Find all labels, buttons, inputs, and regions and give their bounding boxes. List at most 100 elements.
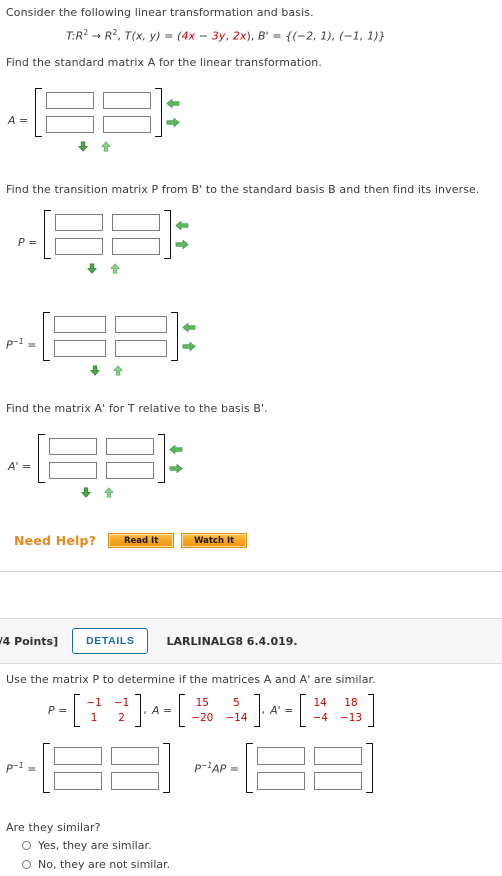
formula-comma-2: ,	[225, 29, 233, 43]
matrix-a-cells	[42, 88, 155, 137]
matrix-p-grid-line	[44, 210, 189, 259]
matrix-a-cell-1-0[interactable]	[46, 116, 95, 133]
right-bracket	[253, 694, 260, 727]
cell-1-1: −14	[225, 712, 248, 724]
formula-close: ),	[246, 29, 259, 43]
matrix-a-cell-0-0[interactable]	[46, 92, 95, 109]
matrix-a-prime-cell-0-1[interactable]	[106, 438, 155, 455]
pap-cell-0-1[interactable]	[314, 747, 362, 765]
matrix-p-cell-0-1[interactable]	[112, 214, 161, 231]
q1-prompt-p-label: Find the transition matrix P from B' to …	[6, 183, 480, 196]
down-arrow-icon[interactable]	[85, 263, 99, 274]
up-arrow-icon[interactable]	[108, 263, 122, 274]
matrix-a-label: A =	[8, 113, 29, 127]
matrix-a-prime-cell-1-1[interactable]	[106, 462, 155, 479]
up-arrow-icon[interactable]	[99, 141, 113, 152]
matrix-p-inverse-cell-1-1[interactable]	[115, 340, 168, 357]
matrix-p-cells	[51, 210, 164, 259]
right-arrow-icon[interactable]	[169, 463, 183, 474]
cell-1-1: −13	[339, 712, 363, 724]
down-arrow-icon[interactable]	[88, 365, 102, 376]
left-arrow-icon[interactable]	[182, 322, 196, 333]
q2-prompt: Use the matrix P to determine if the mat…	[6, 673, 486, 688]
matrix-a-prime-wrap	[38, 434, 183, 498]
transformation-label: T:	[66, 29, 76, 43]
answer-p-inverse-cells	[50, 743, 163, 793]
p-symbol: P	[6, 338, 13, 352]
radio-no-label[interactable]: No, they are not similar.	[38, 858, 170, 871]
transformation-function: T(x, y) = (	[124, 29, 182, 43]
option-row-no[interactable]: No, they are not similar.	[6, 858, 306, 871]
matrix-a-cell-1-1[interactable]	[103, 116, 152, 133]
left-arrow-icon[interactable]	[169, 444, 183, 455]
p-inverse-cell-0-0[interactable]	[54, 747, 103, 765]
pap-cell-1-0[interactable]	[257, 772, 305, 790]
maps-to-arrow: →	[91, 29, 102, 43]
left-arrow-icon[interactable]	[166, 98, 180, 109]
matrix-p-cell-1-1[interactable]	[112, 238, 161, 255]
matrix-a-prime-cells	[45, 434, 158, 483]
q1-intro-text: Consider the following linear transforma…	[6, 6, 476, 21]
watch-it-button[interactable]: Watch It	[181, 533, 248, 548]
radio-yes-label[interactable]: Yes, they are similar.	[38, 839, 151, 852]
matrix-a-prime-cell-0-0[interactable]	[49, 438, 98, 455]
inverse-exponent: −1	[12, 760, 24, 770]
formula-comma: ,	[117, 29, 122, 43]
pap-cell-1-1[interactable]	[314, 772, 362, 790]
given-matrix-a-label: A =	[151, 704, 173, 717]
question-divider	[0, 571, 502, 572]
q1-prompt-a-label: Find the standard matrix A for the linea…	[6, 56, 322, 69]
right-bracket	[171, 312, 179, 361]
given-matrix-a-values: 15 5 −20 −14	[185, 694, 253, 727]
matrix-a-row-arrows	[76, 141, 113, 152]
matrix-p-cell-1-0[interactable]	[55, 238, 104, 255]
given-matrix-a-prime: 14 18 −4 −13	[300, 694, 375, 727]
given-matrix-p-values: −1 −1 1 2	[80, 694, 135, 727]
matrix-p-inverse-cells	[50, 312, 171, 361]
q1-intro-label: Consider the following linear transforma…	[6, 6, 314, 19]
p-inverse-cell-1-1[interactable]	[111, 772, 160, 790]
given-matrix-a-prime-values: 14 18 −4 −13	[306, 694, 368, 727]
formula-term-3: 2x	[232, 29, 247, 43]
ap-equals: AP =	[212, 762, 239, 776]
up-arrow-icon[interactable]	[102, 487, 116, 498]
matrix-p-inverse-widget: P−1 =	[6, 312, 196, 376]
left-arrow-icon[interactable]	[175, 220, 189, 231]
radio-no-similar[interactable]	[22, 860, 31, 869]
option-row-yes[interactable]: Yes, they are similar.	[6, 839, 306, 852]
matrix-a-prime-column-arrows	[169, 434, 183, 483]
matrix-p-inverse-cell-0-1[interactable]	[115, 316, 168, 333]
matrix-a-prime-widget: A' =	[8, 434, 183, 498]
basis-prime-definition: B' = {(−2, 1), (−1, 1)}	[258, 29, 386, 43]
p-inverse-cell-1-0[interactable]	[54, 772, 103, 790]
right-arrow-icon[interactable]	[166, 117, 180, 128]
given-matrix-a-prime-label: A' =	[270, 704, 294, 717]
down-arrow-icon[interactable]	[79, 487, 93, 498]
q1-prompt-p: Find the transition matrix P from B' to …	[6, 183, 486, 198]
right-bracket	[158, 434, 166, 483]
matrix-a-prime-cell-1-0[interactable]	[49, 462, 98, 479]
cell-0-1: −1	[113, 697, 130, 709]
down-arrow-icon[interactable]	[76, 141, 90, 152]
q2-prompt-label: Use the matrix P to determine if the mat…	[6, 673, 376, 686]
formula-term-1: 4x	[181, 29, 196, 43]
radio-yes-similar[interactable]	[22, 841, 31, 850]
right-arrow-icon[interactable]	[182, 341, 196, 352]
read-it-button[interactable]: Read It	[108, 533, 175, 548]
right-arrow-icon[interactable]	[175, 239, 189, 250]
matrix-p-cell-0-0[interactable]	[55, 214, 104, 231]
q2-answer-row: P−1 = P−1AP =	[6, 743, 373, 793]
inverse-exponent: −1	[12, 336, 24, 346]
p-inverse-cell-0-1[interactable]	[111, 747, 160, 765]
answer-pap-cells	[253, 743, 366, 793]
matrix-p-inverse-cell-0-0[interactable]	[54, 316, 107, 333]
question-code-label: LARLINALG8 6.4.019.	[166, 634, 298, 648]
left-bracket	[43, 743, 51, 793]
up-arrow-icon[interactable]	[111, 365, 125, 376]
cell-1-1: 2	[118, 712, 125, 724]
pap-cell-0-0[interactable]	[257, 747, 305, 765]
matrix-a-cell-0-1[interactable]	[103, 92, 152, 109]
matrix-p-inverse-cell-1-0[interactable]	[54, 340, 107, 357]
matrix-p-inverse-label: P−1 =	[6, 337, 36, 352]
details-button[interactable]: DETAILS	[72, 628, 149, 654]
